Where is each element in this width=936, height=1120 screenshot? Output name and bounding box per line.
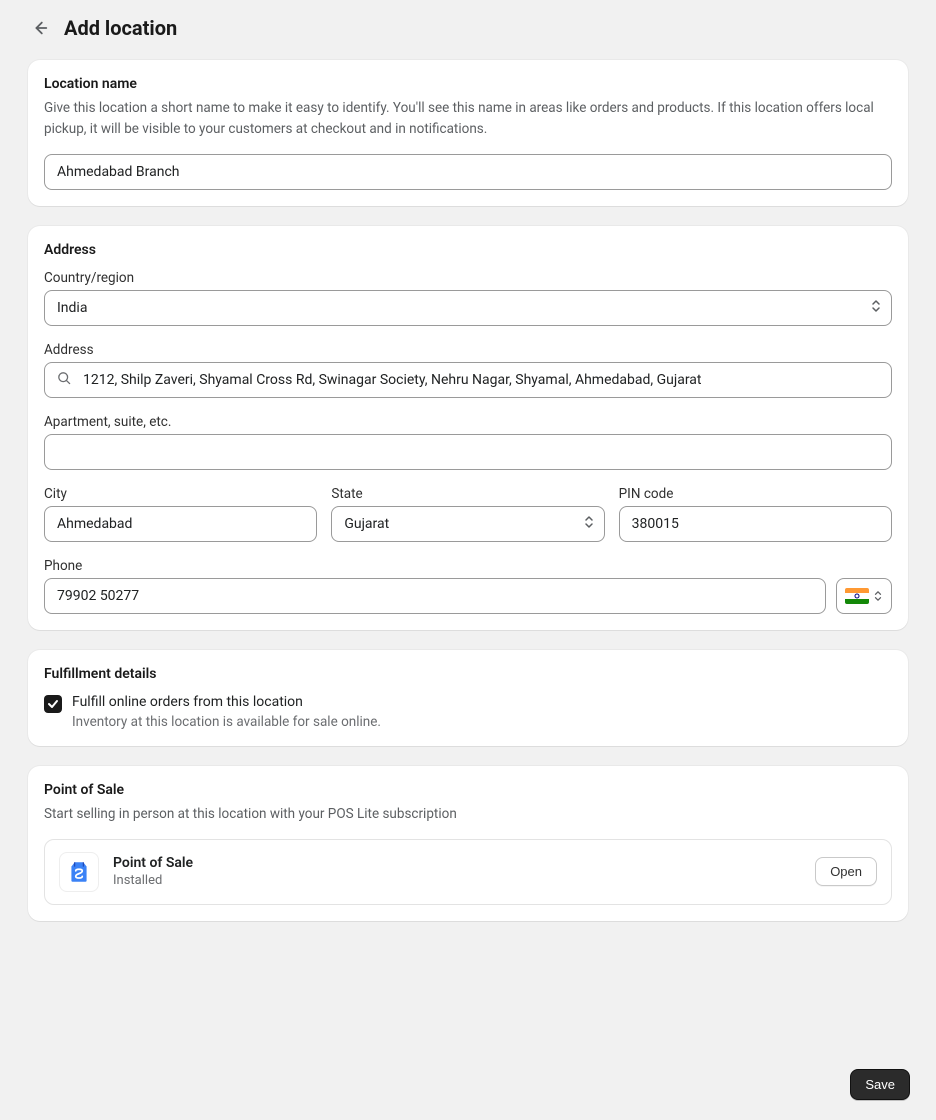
phone-input[interactable] bbox=[44, 578, 826, 614]
location-name-input[interactable] bbox=[44, 154, 892, 190]
pos-title: Point of Sale bbox=[44, 782, 892, 798]
state-select[interactable]: Gujarat bbox=[331, 506, 604, 542]
phone-country-select[interactable] bbox=[836, 578, 892, 614]
fulfillment-card: Fulfillment details Fulfill online order… bbox=[28, 650, 908, 746]
save-button[interactable]: Save bbox=[850, 1069, 910, 1100]
fulfillment-title: Fulfillment details bbox=[44, 666, 892, 682]
pin-input[interactable] bbox=[619, 506, 892, 542]
pos-description: Start selling in person at this location… bbox=[44, 804, 892, 825]
pos-app-icon bbox=[59, 852, 99, 892]
fulfill-online-checkbox[interactable] bbox=[44, 695, 62, 713]
checkmark-icon bbox=[47, 698, 59, 710]
city-label: City bbox=[44, 486, 317, 502]
location-name-title: Location name bbox=[44, 76, 892, 92]
apartment-input[interactable] bbox=[44, 434, 892, 470]
pin-label: PIN code bbox=[619, 486, 892, 502]
fulfill-checkbox-sublabel: Inventory at this location is available … bbox=[72, 714, 381, 730]
india-flag-icon bbox=[845, 588, 869, 604]
country-select[interactable]: India bbox=[44, 290, 892, 326]
fulfill-checkbox-label: Fulfill online orders from this location bbox=[72, 694, 381, 710]
phone-label: Phone bbox=[44, 558, 892, 574]
apartment-label: Apartment, suite, etc. bbox=[44, 414, 892, 430]
location-name-card: Location name Give this location a short… bbox=[28, 60, 908, 206]
pos-open-button[interactable]: Open bbox=[815, 857, 877, 886]
address-input[interactable] bbox=[44, 362, 892, 398]
page-header: Add location bbox=[28, 16, 908, 40]
page-title: Add location bbox=[64, 16, 177, 40]
address-card-title: Address bbox=[44, 242, 892, 258]
address-label: Address bbox=[44, 342, 892, 358]
pos-app-status: Installed bbox=[113, 873, 801, 888]
search-icon bbox=[56, 370, 72, 390]
pos-card: Point of Sale Start selling in person at… bbox=[28, 766, 908, 921]
pos-app-name: Point of Sale bbox=[113, 855, 801, 871]
location-name-description: Give this location a short name to make … bbox=[44, 98, 892, 140]
arrow-left-icon bbox=[31, 19, 49, 37]
back-button[interactable] bbox=[28, 16, 52, 40]
state-label: State bbox=[331, 486, 604, 502]
city-input[interactable] bbox=[44, 506, 317, 542]
country-label: Country/region bbox=[44, 270, 892, 286]
pos-app-row: Point of Sale Installed Open bbox=[44, 839, 892, 905]
address-card: Address Country/region India Address bbox=[28, 226, 908, 630]
select-caret-icon bbox=[873, 589, 883, 603]
